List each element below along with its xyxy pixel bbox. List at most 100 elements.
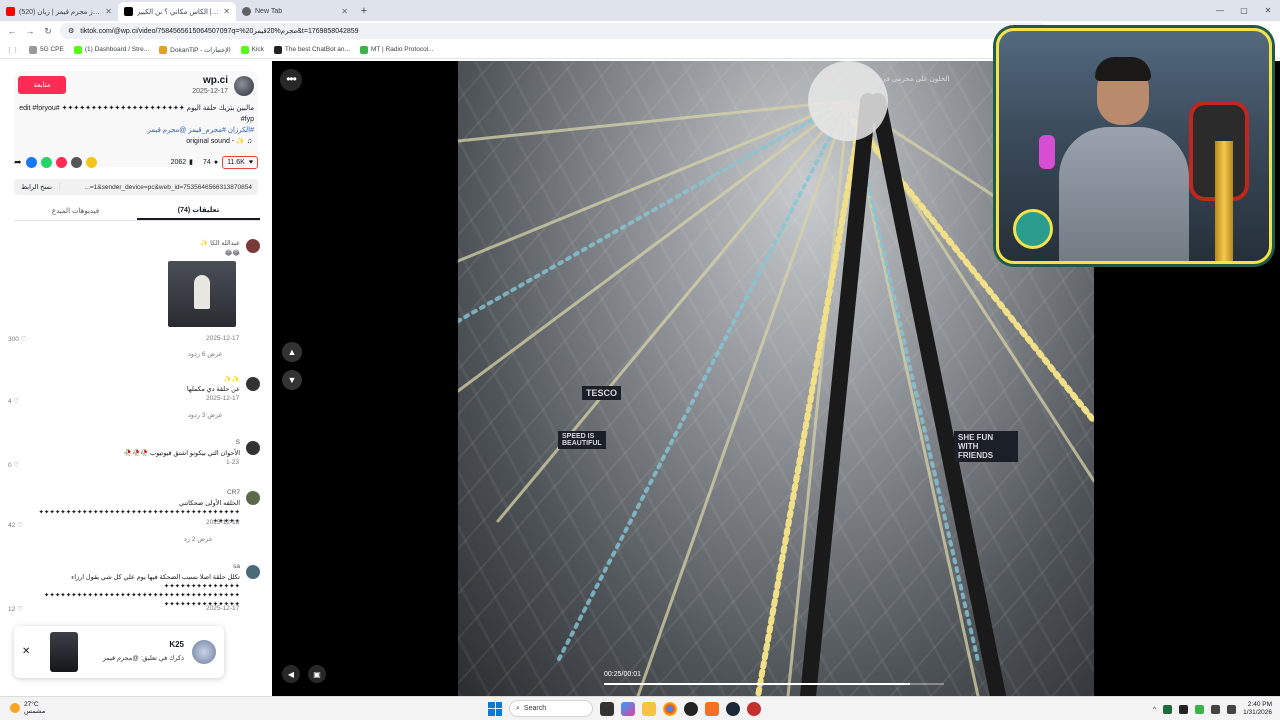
start-icon[interactable] (488, 701, 502, 716)
comment-likes[interactable]: 42 ♡ (8, 521, 23, 529)
facebook-icon[interactable] (25, 156, 37, 168)
whatsapp-icon[interactable] (40, 156, 52, 168)
wifi-icon[interactable] (1211, 704, 1221, 714)
notification-thumbnail (50, 632, 78, 672)
comment-avatar[interactable] (246, 565, 260, 579)
forward-icon[interactable]: → (24, 26, 36, 36)
browser-tab-newtab[interactable]: New Tab ✕ (236, 2, 354, 21)
video-overlay-text: الخلون على مجرمي في سنة (867, 76, 950, 83)
picture-in-picture-button[interactable]: ▣ (308, 665, 326, 683)
notification-avatar (192, 640, 216, 664)
sound-link[interactable]: original sound - ✨ ♫ (186, 137, 252, 145)
author-avatar[interactable] (234, 76, 254, 96)
tray-icon[interactable] (1195, 704, 1205, 714)
taskbar-search[interactable]: ⌕ Search (509, 700, 593, 717)
chrome-icon[interactable] (663, 701, 677, 716)
comment-author[interactable]: sa (233, 563, 240, 570)
bookmark-item[interactable]: DokanTiP - الإختبارات (159, 45, 231, 54)
tiktok-icon (124, 7, 133, 16)
copy-link-button[interactable]: نسخ الرابط (14, 183, 60, 191)
view-replies[interactable]: عرض 6 ردود (188, 350, 223, 358)
video-progress-bar[interactable] (604, 683, 944, 685)
close-window-icon[interactable]: ✕ (1256, 0, 1280, 21)
bookmark-item[interactable]: Kick (240, 45, 264, 54)
share-link-text[interactable]: ...=1&sender_device=pc&web_id=7535646566… (60, 184, 258, 191)
more-options-button[interactable]: ••• (280, 69, 302, 91)
comment-avatar[interactable] (246, 239, 260, 253)
comment-text: تكلل حلقة اصلا بسبب الضحكة فيها يوم علي … (43, 574, 240, 608)
tab-comments[interactable]: تعليقات (74) (137, 201, 260, 220)
bookmark-item[interactable]: (1) Dashboard / Stre... (73, 45, 149, 54)
clock-time: 2:40 PM (1247, 701, 1272, 708)
comment-avatar[interactable] (246, 441, 260, 455)
comment-likes[interactable]: 12 ♡ (8, 605, 23, 613)
share-arrow-icon[interactable]: ➦ (14, 157, 22, 168)
comment-item: عبدالله الكا ✨ 😂😂 300 ♡ 2025-12-17 عرض 6… (8, 237, 260, 358)
author-username[interactable]: wp.ci (203, 75, 228, 86)
weather-widget[interactable]: 27°C مشمس (10, 701, 45, 715)
bookmark-item[interactable]: The best ChatBot an... (273, 45, 350, 54)
comment-author[interactable]: CR7 (227, 489, 240, 496)
file-explorer-icon[interactable] (642, 701, 656, 716)
follow-button[interactable]: متابعة (18, 76, 66, 94)
app-icon[interactable] (705, 701, 719, 716)
comment-author[interactable]: S (236, 439, 240, 446)
more-share-icon[interactable] (85, 156, 97, 168)
caption-tags[interactable]: #الكرزان #مجرم_قيمز @مجرم قيمز (18, 125, 254, 136)
back-icon[interactable]: ← (6, 26, 18, 36)
clock[interactable]: 2:40 PM 1/31/2026 (1243, 701, 1272, 717)
saves-stat[interactable]: 2062 ▮ (171, 158, 193, 167)
new-tab-button[interactable]: + (354, 2, 374, 21)
comment-date: 1-23 (226, 459, 240, 466)
link-share-icon[interactable] (70, 156, 82, 168)
close-tab-icon[interactable]: ✕ (223, 7, 230, 16)
tray-icon[interactable] (1163, 704, 1173, 714)
comment-likes[interactable]: 0 ♡ (8, 461, 19, 469)
comment-likes[interactable]: 300 ♡ (8, 335, 27, 343)
reload-icon[interactable]: ↻ (42, 26, 54, 37)
browser-tab-tiktok[interactable]: الكاس مكاني ؟ بن الكبير | TikTok على مجر… (118, 2, 236, 21)
bookmark-item[interactable]: 5G CPE (29, 45, 64, 54)
comments-stat[interactable]: 74 ● (203, 159, 218, 166)
steam-icon[interactable] (726, 701, 740, 716)
browser-tab-youtube[interactable]: (520) لحظة فوز مجرم قيمز | زيان ✕ (0, 2, 118, 21)
comment-author[interactable]: عبدالله الكا ✨ (200, 239, 240, 247)
close-notification-icon[interactable]: ✕ (22, 646, 30, 657)
site-info-icon[interactable]: ⚙ (68, 27, 74, 35)
copilot-icon[interactable] (621, 701, 635, 716)
tab-creator-videos[interactable]: فيديوهات المبدع (14, 201, 137, 220)
app-icon[interactable] (747, 701, 761, 716)
comment-likes[interactable]: 4 ♡ (8, 397, 19, 405)
comment-avatar[interactable] (246, 377, 260, 391)
volume-button[interactable]: ◀ (282, 665, 300, 683)
streamer (1059, 57, 1189, 261)
tray-chevron-icon[interactable]: ^ (1153, 706, 1156, 713)
likes-stat[interactable]: 11.6K ♥ (222, 155, 258, 169)
comment-text: 😂😂 (224, 250, 240, 257)
tray-icon[interactable] (1179, 704, 1189, 714)
view-replies[interactable]: عرض 2 رد (184, 535, 213, 543)
tab-title: (520) لحظة فوز مجرم قيمز | زيان (19, 8, 101, 16)
sun-icon (10, 703, 20, 713)
address-bar[interactable]: ⚙ tiktok.com/@wp.ci/video/75845656150645… (60, 23, 1048, 39)
next-video-button[interactable]: ▼ (282, 370, 302, 390)
obs-icon[interactable] (684, 701, 698, 716)
bookmark-item[interactable]: MT | Radio Protocol... (359, 45, 434, 54)
comment-image[interactable] (168, 261, 236, 327)
store-sign: TESCO (582, 386, 622, 400)
comment-date: 2025-12-17 (206, 605, 240, 612)
mention-notification[interactable]: ✕ K25 ذكرك في تعليق: @مجرم قيمز (14, 626, 224, 678)
minimize-icon[interactable]: — (1208, 0, 1232, 21)
tiktok-share-icon[interactable] (55, 156, 67, 168)
previous-video-button[interactable]: ▲ (282, 342, 302, 362)
close-tab-icon[interactable]: ✕ (105, 7, 112, 16)
maximize-icon[interactable]: ▢ (1232, 0, 1256, 21)
comment-author[interactable]: ✨✨ (224, 375, 240, 383)
speaker-icon[interactable] (1227, 704, 1237, 714)
view-replies[interactable]: عرض 3 ردود (188, 411, 223, 419)
video-timecode: 00:25/00:01 (604, 671, 641, 678)
task-view-icon[interactable] (600, 701, 614, 716)
close-tab-icon[interactable]: ✕ (341, 7, 348, 16)
comment-avatar[interactable] (246, 491, 260, 505)
apps-icon[interactable]: ⋮⋮ (6, 46, 19, 54)
